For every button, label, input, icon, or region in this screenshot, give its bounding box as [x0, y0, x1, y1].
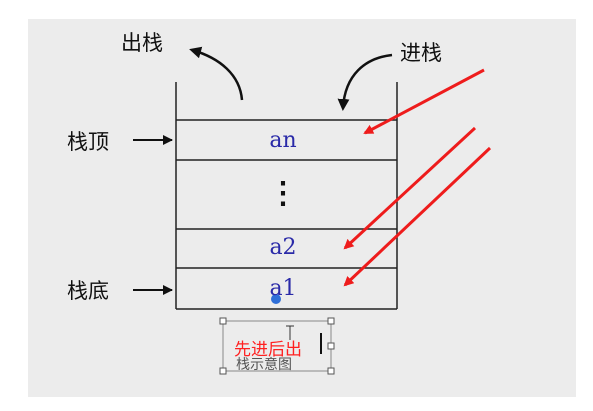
caption-sub: 栈示意图 — [236, 357, 292, 373]
red-arrow-to-an — [363, 68, 485, 135]
cell-an: an — [269, 128, 297, 153]
resize-handle[interactable] — [219, 367, 227, 375]
bottom-label: 栈底 — [67, 279, 109, 303]
resize-handle[interactable] — [327, 317, 335, 325]
cell-a2: a2 — [269, 235, 297, 260]
cell-ellipsis: ⋮ — [268, 176, 298, 211]
cell-a1: a1 — [269, 276, 297, 301]
top-label: 栈顶 — [67, 130, 109, 154]
push-label: 进栈 — [400, 41, 442, 65]
resize-handle[interactable] — [327, 367, 335, 375]
resize-handle[interactable] — [327, 342, 335, 350]
push-arrow — [337, 53, 393, 111]
pop-label: 出栈 — [121, 31, 163, 55]
red-arrow-to-a2 — [343, 126, 477, 250]
resize-handle[interactable] — [219, 317, 227, 325]
red-arrow-to-a1 — [343, 146, 492, 287]
pop-arrow — [189, 46, 244, 101]
